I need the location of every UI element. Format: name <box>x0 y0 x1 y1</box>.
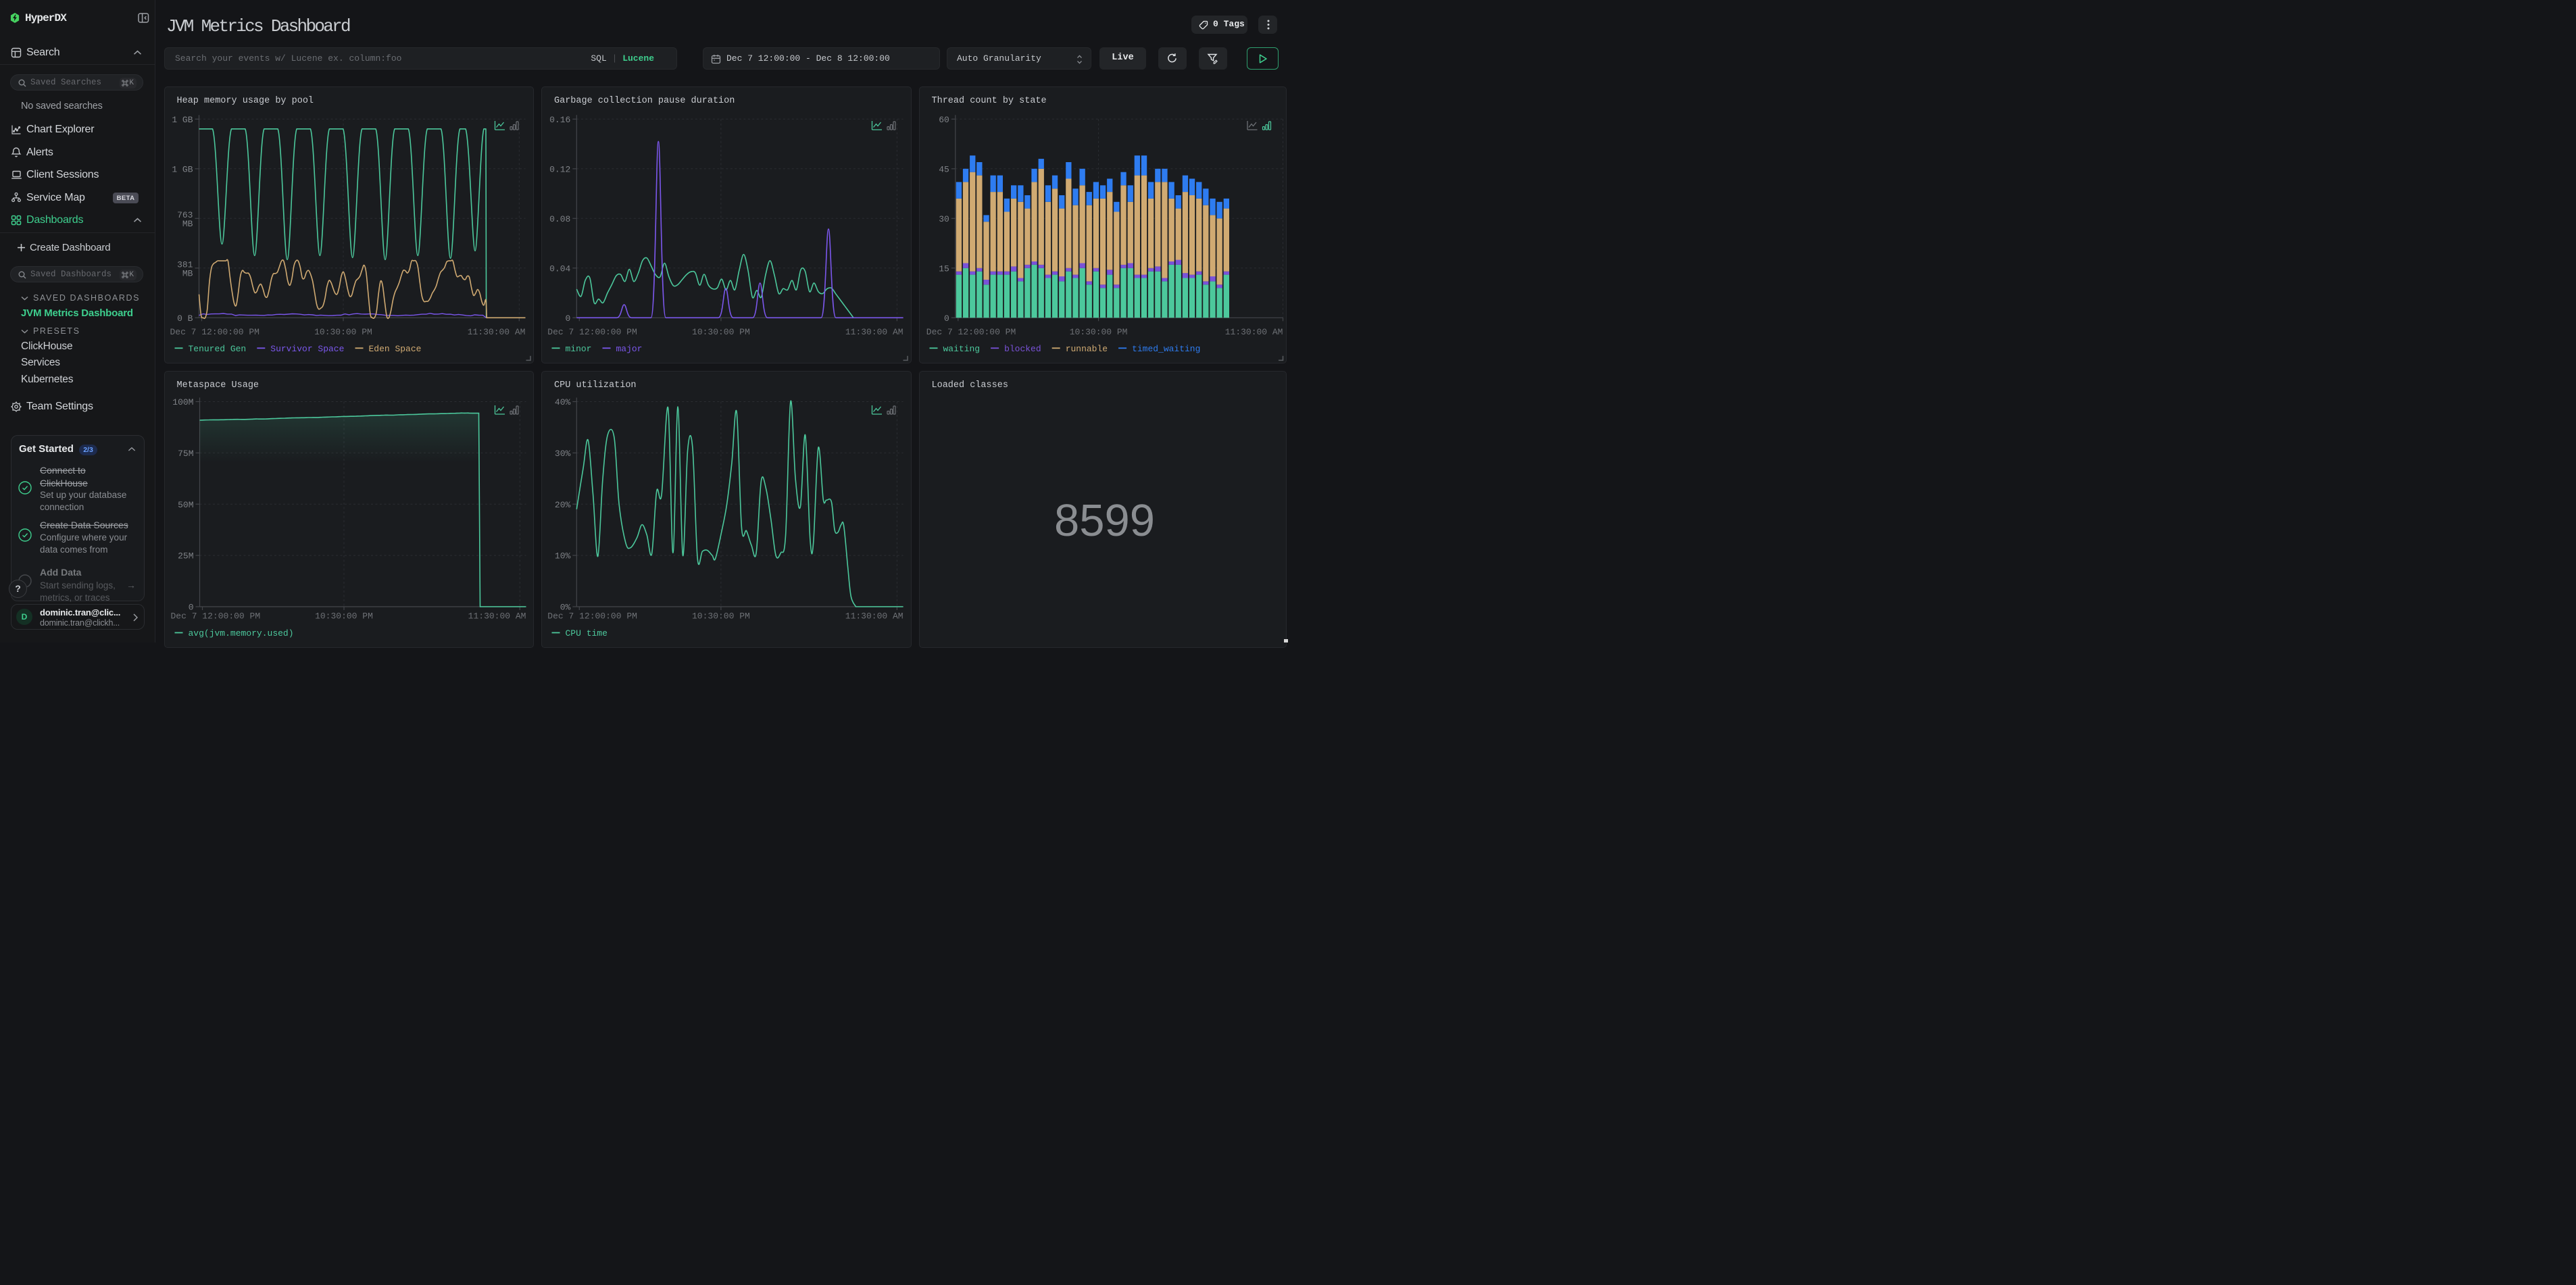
svg-text:10:30:00 PM: 10:30:00 PM <box>1069 327 1127 337</box>
svg-text:60: 60 <box>939 114 949 124</box>
svg-text:Dec 7 12:00:00 PM: Dec 7 12:00:00 PM <box>926 327 1015 337</box>
svg-text:20%: 20% <box>555 499 571 509</box>
svg-text:40%: 40% <box>555 397 571 407</box>
svg-text:25M: 25M <box>178 551 193 561</box>
svg-text:0: 0 <box>944 313 949 323</box>
svg-text:11:30:00 AM: 11:30:00 AM <box>467 327 525 337</box>
svg-text:0.08: 0.08 <box>549 213 570 224</box>
svg-text:11:30:00 AM: 11:30:00 AM <box>845 327 903 337</box>
svg-text:11:30:00 AM: 11:30:00 AM <box>468 611 526 621</box>
svg-text:100M: 100M <box>172 397 193 407</box>
svg-text:MB: MB <box>182 218 193 228</box>
svg-text:15: 15 <box>939 263 949 274</box>
svg-text:avg(jvm.memory.used): avg(jvm.memory.used) <box>188 628 293 638</box>
svg-text:Eden Space: Eden Space <box>368 343 421 353</box>
svg-text:major: major <box>616 343 643 353</box>
svg-text:Survivor Space: Survivor Space <box>270 343 344 353</box>
svg-text:10:30:00 PM: 10:30:00 PM <box>314 327 372 337</box>
svg-text:30: 30 <box>939 213 949 224</box>
svg-text:75M: 75M <box>178 448 193 458</box>
svg-text:Tenured Gen: Tenured Gen <box>188 343 246 353</box>
svg-text:10:30:00 PM: 10:30:00 PM <box>692 611 750 621</box>
svg-text:runnable: runnable <box>1065 343 1107 353</box>
svg-text:30%: 30% <box>555 448 571 458</box>
svg-text:timed_waiting: timed_waiting <box>1132 343 1200 353</box>
svg-text:50M: 50M <box>178 499 193 509</box>
svg-text:MB: MB <box>182 268 193 278</box>
svg-text:0.12: 0.12 <box>549 164 570 174</box>
svg-text:1 GB: 1 GB <box>172 164 193 174</box>
svg-text:8599: 8599 <box>1054 495 1154 546</box>
svg-text:1 GB: 1 GB <box>172 114 193 124</box>
svg-text:0: 0 <box>566 313 571 323</box>
svg-text:CPU time: CPU time <box>566 628 608 638</box>
svg-text:minor: minor <box>566 343 592 353</box>
svg-text:0.04: 0.04 <box>549 263 570 274</box>
svg-text:Dec 7 12:00:00 PM: Dec 7 12:00:00 PM <box>170 611 260 621</box>
svg-text:0.16: 0.16 <box>549 114 570 124</box>
svg-text:blocked: blocked <box>1004 343 1041 353</box>
svg-text:45: 45 <box>939 164 949 174</box>
svg-text:Dec 7 12:00:00 PM: Dec 7 12:00:00 PM <box>547 611 637 621</box>
svg-text:waiting: waiting <box>943 343 980 353</box>
svg-text:10%: 10% <box>555 551 571 561</box>
svg-text:Dec 7 12:00:00 PM: Dec 7 12:00:00 PM <box>547 327 637 337</box>
svg-text:11:30:00 AM: 11:30:00 AM <box>1224 327 1283 337</box>
svg-text:0 B: 0 B <box>177 313 193 323</box>
svg-text:10:30:00 PM: 10:30:00 PM <box>692 327 750 337</box>
svg-text:11:30:00 AM: 11:30:00 AM <box>845 611 903 621</box>
svg-text:10:30:00 PM: 10:30:00 PM <box>315 611 373 621</box>
svg-text:Dec 7 12:00:00 PM: Dec 7 12:00:00 PM <box>170 327 259 337</box>
